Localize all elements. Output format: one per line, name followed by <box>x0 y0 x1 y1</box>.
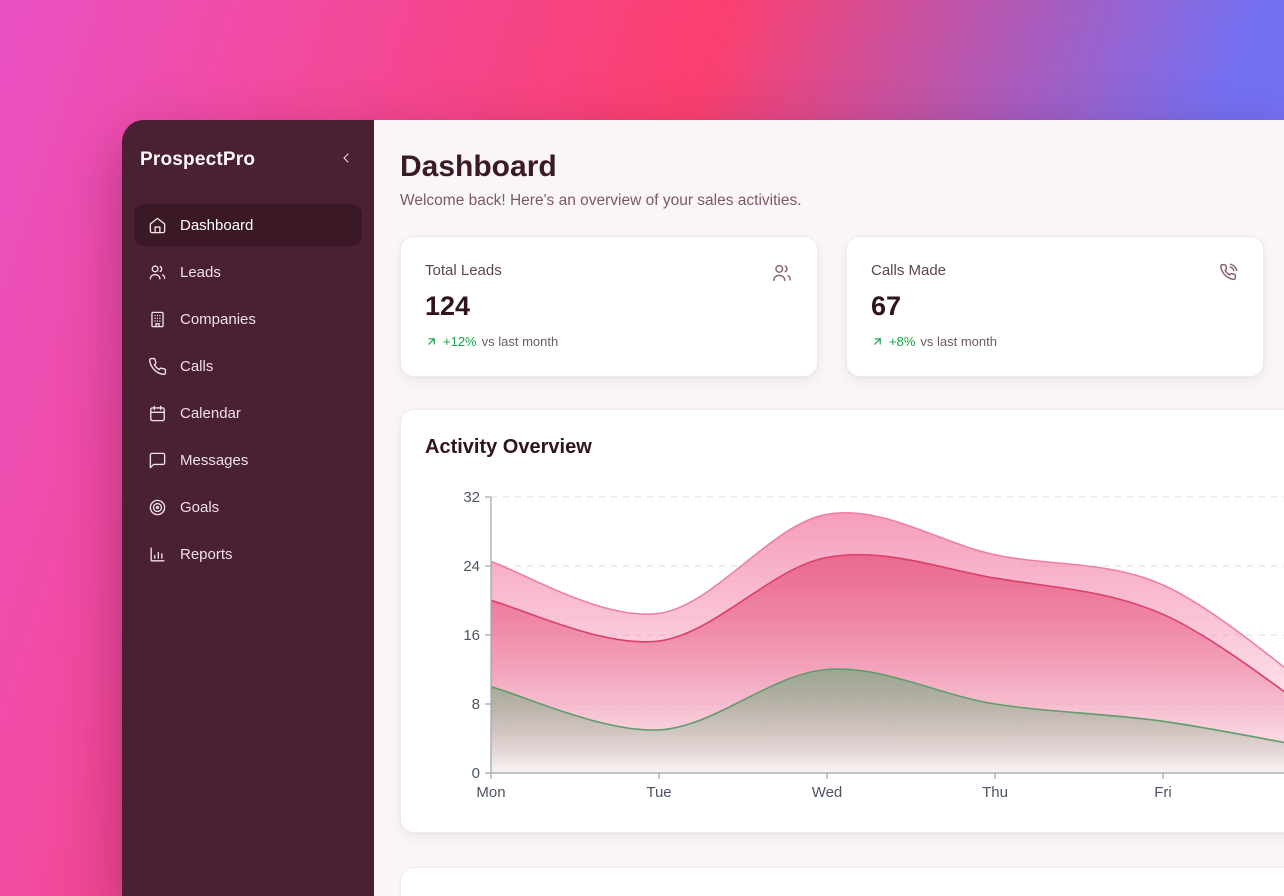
sidebar-item-label: Messages <box>180 452 248 469</box>
users-icon <box>148 263 167 282</box>
calendar-icon <box>148 404 167 423</box>
building-icon <box>148 310 167 329</box>
sidebar-item-label: Reports <box>180 546 233 563</box>
main-area: Dashboard Welcome back! Here's an overvi… <box>374 120 1284 896</box>
y-tick-label: 32 <box>463 489 480 506</box>
target-icon <box>148 498 167 517</box>
stat-trend-suffix: vs last month <box>920 334 997 349</box>
stat-trend-percent: +12% <box>443 334 477 349</box>
stat-value: 67 <box>871 291 1239 322</box>
sidebar-item-goals[interactable]: Goals <box>134 486 362 528</box>
activity-chart: 0 8 16 24 32 Mon Tue Wed Thu Fri <box>425 473 1284 809</box>
sidebar-item-label: Companies <box>180 311 256 328</box>
x-tick-label: Mon <box>476 784 505 801</box>
x-tick-label: Fri <box>1154 784 1172 801</box>
sidebar-item-label: Leads <box>180 264 221 281</box>
sidebar: ProspectPro Dashboard Leads Companies Calls… <box>122 120 374 896</box>
stat-trend-percent: +8% <box>889 334 915 349</box>
sidebar-item-calls[interactable]: Calls <box>134 345 362 387</box>
sidebar-item-calendar[interactable]: Calendar <box>134 392 362 434</box>
y-tick-label: 16 <box>463 627 480 644</box>
sidebar-item-leads[interactable]: Leads <box>134 251 362 293</box>
stat-trend-suffix: vs last month <box>482 334 559 349</box>
next-section-card <box>400 867 1284 896</box>
sidebar-nav: Dashboard Leads Companies Calls Calendar Mess… <box>134 204 362 575</box>
sidebar-item-label: Dashboard <box>180 217 253 234</box>
arrow-up-right-icon <box>871 335 884 348</box>
activity-overview-chart-svg: 0 8 16 24 32 Mon Tue Wed Thu Fri <box>425 473 1284 809</box>
stat-value: 124 <box>425 291 793 322</box>
brand-logo: ProspectPro <box>140 149 255 171</box>
stat-label: Total Leads <box>425 262 502 279</box>
sidebar-collapse-button[interactable] <box>336 148 356 171</box>
y-tick-label: 24 <box>463 558 480 575</box>
page-subtitle: Welcome back! Here's an overview of your… <box>400 192 1284 210</box>
arrow-up-right-icon <box>425 335 438 348</box>
sidebar-item-reports[interactable]: Reports <box>134 533 362 575</box>
sidebar-item-label: Calls <box>180 358 213 375</box>
sidebar-item-companies[interactable]: Companies <box>134 298 362 340</box>
chevron-left-icon <box>338 150 354 169</box>
phone-icon <box>148 357 167 376</box>
sidebar-item-dashboard[interactable]: Dashboard <box>134 204 362 246</box>
x-tick-label: Tue <box>646 784 671 801</box>
y-tick-label: 0 <box>472 765 480 782</box>
sidebar-item-messages[interactable]: Messages <box>134 439 362 481</box>
page-title: Dashboard <box>400 150 1284 184</box>
stat-label: Calls Made <box>871 262 946 279</box>
stat-card-total-leads: Total Leads 124 +12% vs last month <box>400 236 818 377</box>
x-tick-label: Thu <box>982 784 1008 801</box>
chart-title: Activity Overview <box>425 436 1284 459</box>
x-tick-label: Wed <box>812 784 843 801</box>
stat-cards-row: Total Leads124+12%vs last monthCalls Mad… <box>400 236 1284 377</box>
home-icon <box>148 216 167 235</box>
sidebar-item-label: Goals <box>180 499 219 516</box>
activity-overview-card: Activity Overview 0 8 16 24 32 Mon Tue Wed Thu Fr… <box>400 409 1284 833</box>
sidebar-header: ProspectPro <box>134 148 362 171</box>
users-icon <box>771 262 793 284</box>
sidebar-item-label: Calendar <box>180 405 241 422</box>
bar-chart-icon <box>148 545 167 564</box>
phone-call-icon <box>1217 262 1239 284</box>
app-window: ProspectPro Dashboard Leads Companies Calls… <box>122 120 1284 896</box>
y-tick-label: 8 <box>472 696 480 713</box>
stat-card-calls-made: Calls Made 67 +8% vs last month <box>846 236 1264 377</box>
message-icon <box>148 451 167 470</box>
